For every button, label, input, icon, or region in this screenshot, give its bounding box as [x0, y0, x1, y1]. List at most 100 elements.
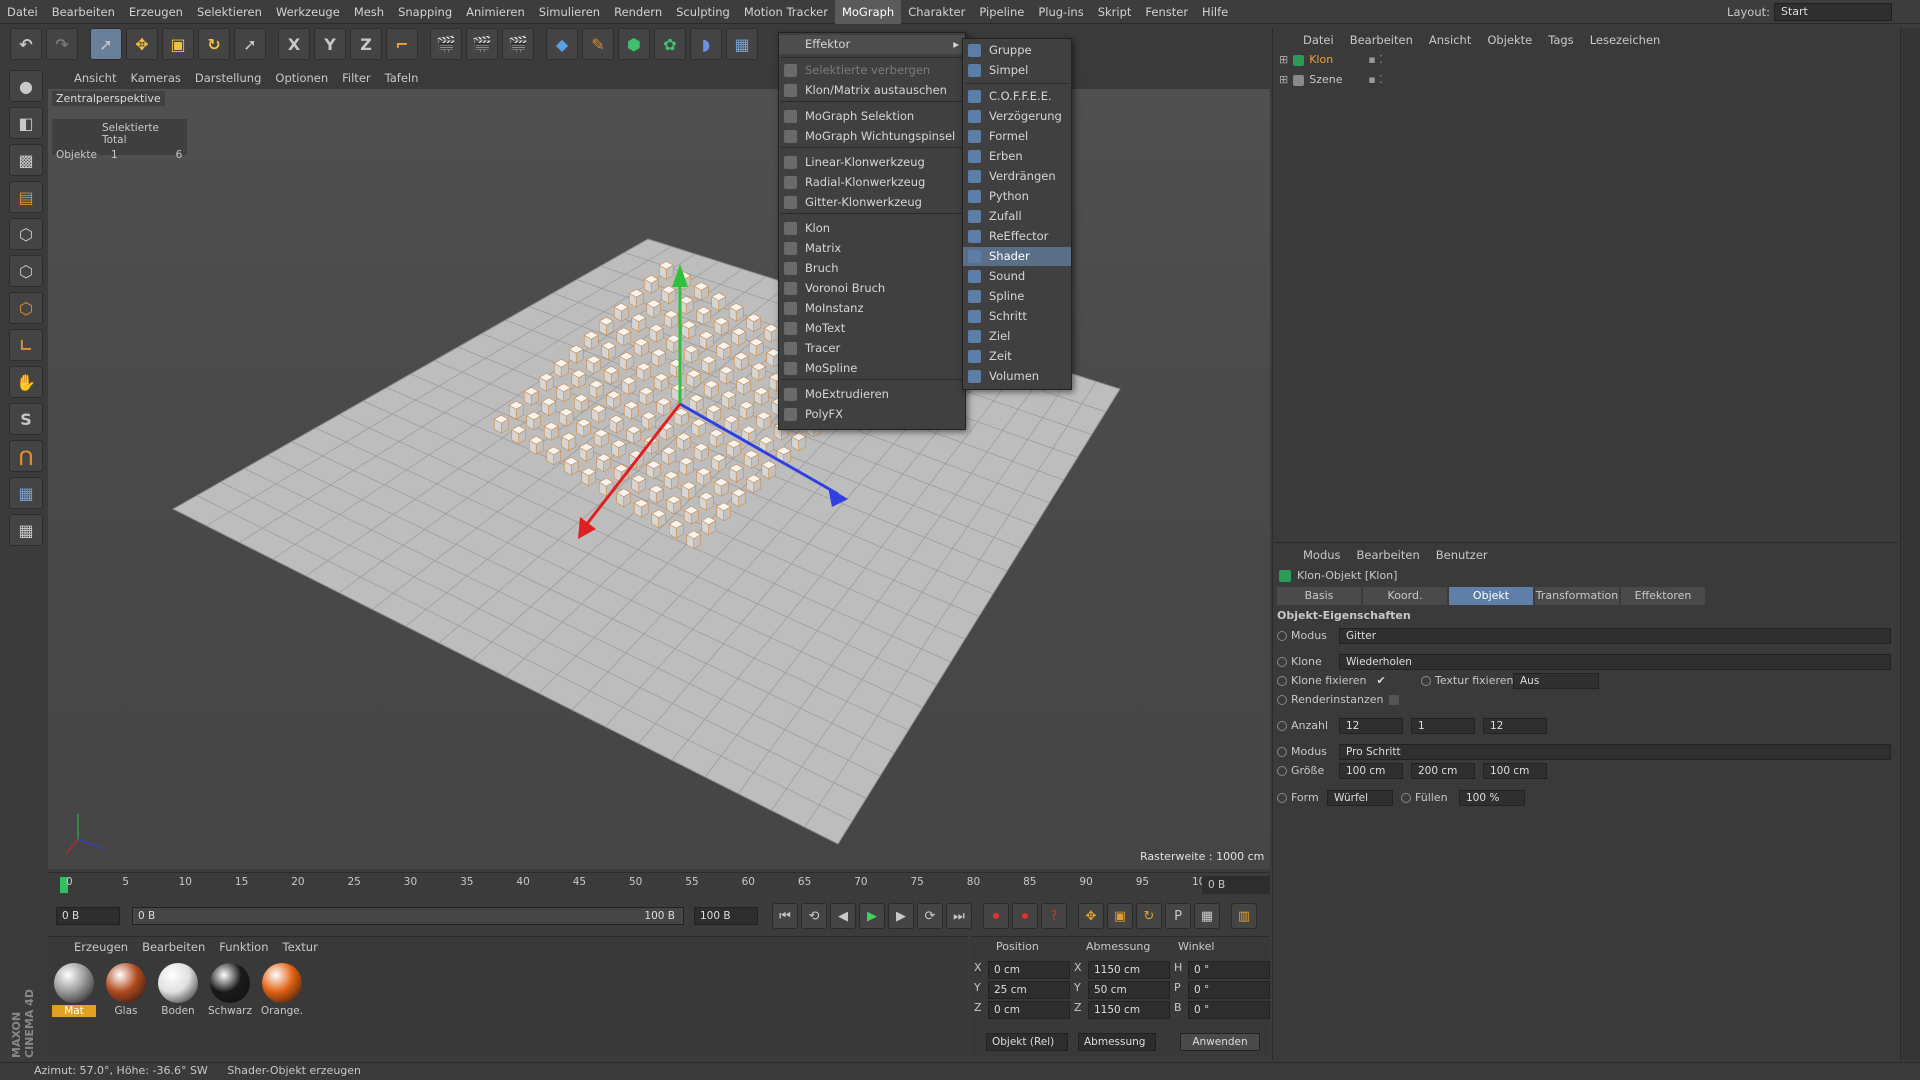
- scale-tool-icon[interactable]: ▣: [162, 28, 194, 60]
- menu-plug-ins[interactable]: Plug-ins: [1031, 0, 1090, 24]
- axis-mode-icon[interactable]: ∟: [9, 329, 43, 361]
- goto-end-icon[interactable]: ⏭: [946, 903, 972, 929]
- menu-item-moinstanz[interactable]: MoInstanz: [779, 299, 965, 318]
- menu-item-mograph-selektion[interactable]: MoGraph Selektion: [779, 107, 965, 126]
- effector-item-verdra-ngen[interactable]: Verdrängen: [963, 167, 1071, 186]
- menu-item-tracer[interactable]: Tracer: [779, 339, 965, 358]
- model-mode-icon[interactable]: ◧: [9, 107, 43, 139]
- om-menu-ansicht[interactable]: Ansicht: [1429, 33, 1471, 50]
- floor-icon[interactable]: ▦: [726, 28, 758, 60]
- groesse-x-field[interactable]: 100 cm: [1339, 763, 1403, 779]
- material-swatch[interactable]: Orange.: [260, 963, 304, 1017]
- key-param-icon[interactable]: P: [1165, 903, 1191, 929]
- tab-basis[interactable]: Basis: [1277, 587, 1361, 605]
- grid-icon[interactable]: ▦: [9, 514, 43, 546]
- anzahl-x-field[interactable]: 12: [1339, 718, 1403, 734]
- menu-sculpting[interactable]: Sculpting: [669, 0, 737, 24]
- menu-item-klon[interactable]: Klon: [779, 219, 965, 238]
- render-picture-viewer-icon[interactable]: 🎬: [466, 28, 498, 60]
- menu-mesh[interactable]: Mesh: [347, 0, 391, 24]
- make-editable-icon[interactable]: ●: [9, 70, 43, 102]
- autokey-icon[interactable]: ⏺: [1012, 903, 1038, 929]
- am-menu-benutzer[interactable]: Benutzer: [1436, 548, 1488, 565]
- renderinstanzen-checkbox[interactable]: [1389, 695, 1400, 705]
- material-menu-erzeugen[interactable]: Erzeugen: [74, 940, 128, 959]
- magnet-icon[interactable]: ⋂: [9, 440, 43, 472]
- om-menu-tags[interactable]: Tags: [1548, 33, 1573, 50]
- om-menu-bearbeiten[interactable]: Bearbeiten: [1350, 33, 1413, 50]
- timeline-ruler[interactable]: 0510152025303540455055606570758085909510…: [48, 872, 1270, 896]
- modus-select[interactable]: Gitter: [1339, 628, 1891, 644]
- position-field[interactable]: 0 cm: [988, 961, 1070, 979]
- am-menu-bearbeiten[interactable]: Bearbeiten: [1357, 548, 1420, 565]
- modus2-select[interactable]: Pro Schritt: [1339, 744, 1891, 760]
- viewport-menu-ansicht[interactable]: Ansicht: [74, 71, 116, 85]
- menu-item-voronoi-bruch[interactable]: Voronoi Bruch: [779, 279, 965, 298]
- effector-item-sound[interactable]: Sound: [963, 267, 1071, 286]
- workplane-icon[interactable]: ▤: [9, 181, 43, 213]
- polygons-mode-icon[interactable]: ⬡: [9, 292, 43, 324]
- deformer-icon[interactable]: ◗: [690, 28, 722, 60]
- y-axis-icon[interactable]: Y: [314, 28, 346, 60]
- groesse-y-field[interactable]: 200 cm: [1411, 763, 1475, 779]
- next-key-icon[interactable]: ⟳: [917, 903, 943, 929]
- effector-item-reeffector[interactable]: ReEffector: [963, 227, 1071, 246]
- menu-pipeline[interactable]: Pipeline: [972, 0, 1031, 24]
- object-row-klon[interactable]: ⊞ Klon ▪ ⁚: [1279, 50, 1898, 70]
- size-field[interactable]: 1150 cm: [1088, 961, 1170, 979]
- effector-item-verzo-gerung[interactable]: Verzögerung: [963, 107, 1071, 126]
- start-frame-field[interactable]: 0 B: [56, 907, 120, 925]
- menu-motion-tracker[interactable]: Motion Tracker: [737, 0, 835, 24]
- spline-pen-icon[interactable]: ✎: [582, 28, 614, 60]
- viewport-menu-darstellung[interactable]: Darstellung: [195, 71, 261, 85]
- coord-mode-select[interactable]: Objekt (Rel): [986, 1033, 1068, 1051]
- rotate-tool-icon[interactable]: ↻: [198, 28, 230, 60]
- menu-item-mograph-wichtungspinsel[interactable]: MoGraph Wichtungspinsel: [779, 127, 965, 146]
- object-row-szene[interactable]: ⊞ Szene ▪ ⁚: [1279, 70, 1898, 90]
- prev-frame-icon[interactable]: ◀: [830, 903, 856, 929]
- anzahl-y-field[interactable]: 1: [1411, 718, 1475, 734]
- timeline-icon[interactable]: ▥: [1231, 903, 1257, 929]
- viewport-menu-tafeln[interactable]: Tafeln: [385, 71, 419, 85]
- visibility-icon[interactable]: ▪ ⁚: [1368, 70, 1382, 90]
- menu-item-effektor[interactable]: Effektor ▸: [779, 35, 965, 54]
- viewport-menu-optionen[interactable]: Optionen: [275, 71, 328, 85]
- menu-werkzeuge[interactable]: Werkzeuge: [269, 0, 347, 24]
- menu-rendern[interactable]: Rendern: [607, 0, 669, 24]
- effector-item-zeit[interactable]: Zeit: [963, 347, 1071, 366]
- om-menu-lesezeichen[interactable]: Lesezeichen: [1590, 33, 1661, 50]
- effector-item-gruppe[interactable]: Gruppe: [963, 41, 1071, 60]
- current-frame-field[interactable]: 0 B: [1202, 876, 1270, 894]
- tweak-mode-icon[interactable]: ✋: [9, 366, 43, 398]
- menu-item-mospline[interactable]: MoSpline: [779, 359, 965, 378]
- subdivision-icon[interactable]: ⬢: [618, 28, 650, 60]
- angle-field[interactable]: 0 °: [1188, 1001, 1270, 1019]
- menu-item-radial-klonwerkzeug[interactable]: Radial-Klonwerkzeug: [779, 173, 965, 192]
- keyframe-selection-icon[interactable]: ?: [1041, 903, 1067, 929]
- next-frame-icon[interactable]: ▶: [888, 903, 914, 929]
- size-mode-select[interactable]: Abmessung: [1078, 1033, 1156, 1051]
- menu-animieren[interactable]: Animieren: [459, 0, 532, 24]
- menu-item-bruch[interactable]: Bruch: [779, 259, 965, 278]
- effector-item-zufall[interactable]: Zufall: [963, 207, 1071, 226]
- menu-datei[interactable]: Datei: [0, 0, 45, 24]
- fuellen-field[interactable]: 100 %: [1459, 790, 1525, 806]
- redo-icon[interactable]: ↷: [46, 28, 78, 60]
- tab-koord[interactable]: Koord.: [1363, 587, 1447, 605]
- effector-item-schritt[interactable]: Schritt: [963, 307, 1071, 326]
- effector-item-ziel[interactable]: Ziel: [963, 327, 1071, 346]
- workplane-lock-icon[interactable]: ▦: [9, 477, 43, 509]
- effector-item-formel[interactable]: Formel: [963, 127, 1071, 146]
- size-field[interactable]: 1150 cm: [1088, 1001, 1170, 1019]
- menu-bearbeiten[interactable]: Bearbeiten: [45, 0, 122, 24]
- select-tool-icon[interactable]: ➚: [90, 28, 122, 60]
- menu-item-selektierte-verbergen[interactable]: Selektierte verbergen: [779, 61, 965, 80]
- menu-item-matrix[interactable]: Matrix: [779, 239, 965, 258]
- edges-mode-icon[interactable]: ⬡: [9, 255, 43, 287]
- menu-item-gitter-klonwerkzeug[interactable]: Gitter-Klonwerkzeug: [779, 193, 965, 212]
- tab-transformation[interactable]: Transformation: [1535, 587, 1619, 605]
- menu-item-moextrudieren[interactable]: MoExtrudieren: [779, 385, 965, 404]
- menu-snapping[interactable]: Snapping: [391, 0, 459, 24]
- anzahl-z-field[interactable]: 12: [1483, 718, 1547, 734]
- viewport-3d[interactable]: [48, 89, 1270, 869]
